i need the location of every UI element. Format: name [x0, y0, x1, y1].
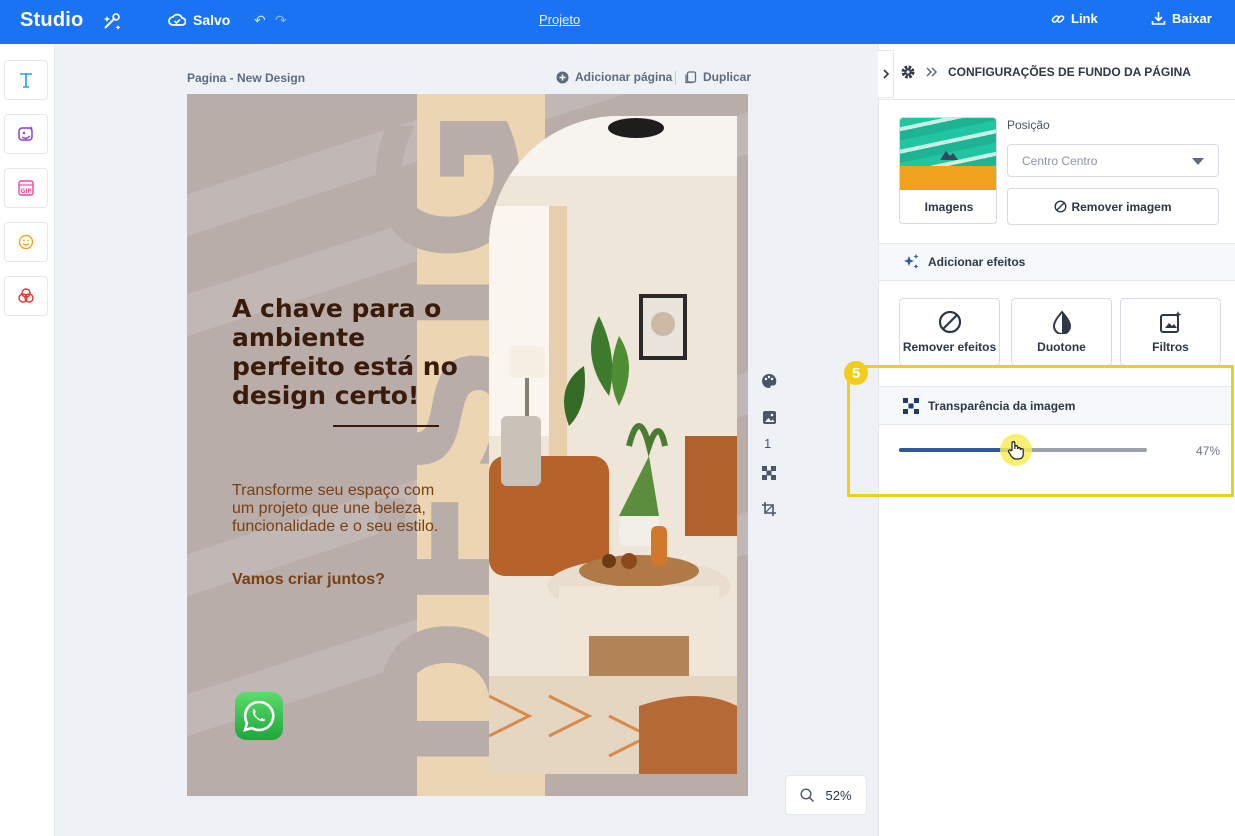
page-number: 1 [764, 436, 772, 451]
add-page-button[interactable]: Adicionar página [556, 70, 672, 84]
text-tool-button[interactable] [4, 60, 48, 100]
transparency-value: 47% [1196, 444, 1221, 458]
remove-image-label: Remover imagem [1071, 199, 1172, 214]
duplicate-button[interactable]: Duplicar [684, 70, 751, 84]
add-page-label: Adicionar página [575, 70, 673, 84]
palette-icon [762, 373, 777, 388]
image-edit-icon [18, 126, 33, 141]
duotone-icon [1052, 310, 1071, 334]
svg-text:GIF: GIF [20, 188, 31, 195]
project-name-link[interactable]: Projeto [539, 12, 580, 27]
step-badge: 5 [844, 361, 868, 385]
position-select[interactable]: Centro Centro [1007, 144, 1219, 177]
slider-fill [899, 448, 1016, 452]
crop-button[interactable] [760, 500, 778, 518]
thumbnail-orange-band [900, 166, 996, 190]
position-value: Centro Centro [1022, 154, 1098, 168]
download-label: Baixar [1172, 11, 1212, 26]
interior-photo[interactable] [489, 116, 737, 774]
panel-header: CONFIGURAÇÕES DE FUNDO DA PÁGINA [900, 64, 1191, 80]
ban-icon [938, 310, 961, 334]
chevron-right-icon [882, 69, 889, 79]
saved-label: Salvo [193, 12, 231, 28]
add-effects-section: Adicionar efeitos [879, 243, 1235, 281]
shapes-tool-button[interactable] [4, 276, 48, 316]
body-text[interactable]: Transforme seu espaço com um projeto que… [232, 482, 452, 536]
whatsapp-icon[interactable] [235, 692, 283, 740]
image-placeholder-icon [940, 151, 958, 160]
redo-icon[interactable]: ↷ [275, 12, 287, 29]
emoji-icon [18, 234, 34, 250]
cloud-check-icon [168, 13, 186, 26]
double-chevron-icon [926, 67, 938, 77]
slider-handle[interactable] [999, 434, 1032, 466]
gif-tool-button[interactable]: GIF [4, 168, 48, 208]
undo-icon[interactable]: ↶ [254, 12, 266, 29]
gear-icon [901, 65, 915, 79]
search-icon [800, 787, 815, 802]
caret-down-icon [1192, 158, 1204, 165]
transparency-section: Transparência da imagem [879, 386, 1231, 425]
image-icon [762, 410, 776, 424]
duotone-label: Duotone [1037, 340, 1086, 354]
zoom-value: 52% [825, 787, 852, 803]
cta-text[interactable]: Vamos criar juntos? [232, 571, 385, 589]
text-icon [20, 73, 32, 88]
interior-illustration [489, 116, 737, 774]
panel-divider [879, 99, 1235, 100]
transparency-button[interactable] [760, 464, 778, 482]
filters-label: Filtros [1152, 340, 1189, 354]
remove-effects-label: Remover efeitos [902, 340, 997, 354]
headline-text[interactable]: A chave para o ambiente perfeito está no… [232, 294, 462, 410]
ban-icon [1054, 200, 1067, 213]
filters-button[interactable]: Filtros [1120, 298, 1221, 366]
link-icon [1051, 14, 1065, 23]
gif-icon: GIF [18, 180, 34, 196]
design-canvas[interactable]: DESIGN A chave para o ambiente perfeito … [187, 94, 748, 796]
duplicate-label: Duplicar [703, 70, 752, 84]
emoji-tool-button[interactable] [4, 222, 48, 262]
download-icon [1151, 12, 1166, 25]
palette-button[interactable] [760, 372, 778, 390]
transparency-slider[interactable] [899, 434, 1147, 466]
whatsapp-glyph-icon [243, 700, 275, 732]
copy-icon [685, 70, 697, 83]
plus-circle-icon [556, 71, 569, 83]
sparkles-icon [904, 254, 919, 269]
transparency-label: Transparência da imagem [928, 398, 1076, 413]
zoom-control[interactable]: 52% [785, 775, 867, 815]
crop-icon [762, 502, 776, 516]
hand-cursor-icon [1007, 441, 1024, 460]
filters-icon [1159, 311, 1181, 333]
left-toolbar: GIF [0, 44, 55, 836]
page-title: Pagina - New Design [187, 71, 306, 85]
duotone-button[interactable]: Duotone [1011, 298, 1112, 366]
brand-sparkle-icon [104, 13, 121, 30]
images-button[interactable]: Imagens [899, 117, 997, 224]
brand-logo[interactable]: Studio [20, 9, 83, 32]
position-label: Posição [1007, 118, 1050, 132]
top-bar: Studio Salvo ↶ ↷ Projeto Link Baixar [0, 0, 1235, 44]
link-label: Link [1071, 11, 1098, 26]
link-button[interactable]: Link [1051, 11, 1098, 26]
saved-status: Salvo [168, 11, 230, 29]
add-effects-label: Adicionar efeitos [928, 255, 1026, 269]
image-tool-button[interactable] [4, 114, 48, 154]
panel-title: CONFIGURAÇÕES DE FUNDO DA PÁGINA [948, 65, 1191, 79]
image-button[interactable] [760, 408, 778, 426]
header-divider [675, 71, 676, 85]
checker-icon [903, 397, 919, 414]
remove-image-button[interactable]: Remover imagem [1007, 188, 1219, 225]
images-label: Imagens [924, 200, 974, 214]
collapse-panel-button[interactable] [878, 50, 894, 98]
remove-effects-button[interactable]: Remover efeitos [899, 298, 1000, 366]
shapes-icon [18, 288, 34, 303]
download-button[interactable]: Baixar [1151, 11, 1212, 26]
headline-underline [333, 425, 439, 427]
checker-icon [762, 466, 776, 480]
